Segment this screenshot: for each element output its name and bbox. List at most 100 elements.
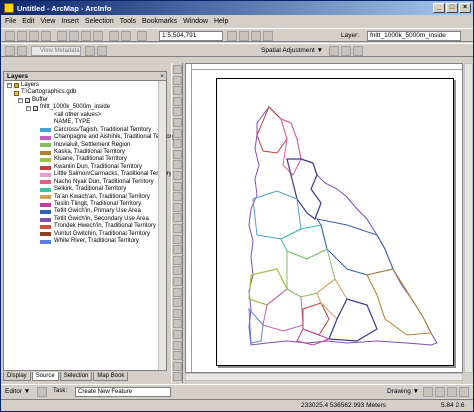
back-extent-icon[interactable] bbox=[173, 128, 182, 138]
maximize-button[interactable]: □ bbox=[446, 3, 458, 13]
tab-map-book[interactable]: Map Book bbox=[93, 372, 129, 381]
menu-selection[interactable]: Selection bbox=[85, 18, 114, 25]
legend-item[interactable]: NAME, TYPE bbox=[4, 119, 166, 126]
legend-item[interactable]: Kluane, Traditional Territory bbox=[4, 156, 166, 163]
save-icon[interactable] bbox=[29, 31, 39, 41]
open-icon[interactable] bbox=[17, 31, 27, 41]
measure-icon[interactable] bbox=[173, 192, 182, 202]
toc-root-layers[interactable]: − Layers bbox=[4, 82, 166, 89]
select-elements-icon[interactable] bbox=[423, 387, 433, 397]
zoom-page-in-icon[interactable] bbox=[173, 213, 182, 223]
text-tool-icon[interactable] bbox=[459, 387, 469, 397]
close-button[interactable]: × bbox=[459, 3, 471, 13]
legend-item[interactable]: White River, Traditional Territory bbox=[4, 238, 166, 245]
adjust-icon[interactable] bbox=[329, 46, 339, 56]
toc-close-icon[interactable]: × bbox=[160, 72, 164, 81]
menu-view[interactable]: View bbox=[40, 18, 55, 25]
forward-extent-icon[interactable] bbox=[173, 139, 182, 149]
menu-bookmarks[interactable]: Bookmarks bbox=[142, 18, 177, 25]
change-layout-icon[interactable] bbox=[173, 298, 182, 308]
task-select[interactable]: Create New Feature bbox=[75, 387, 171, 397]
rectangle-icon[interactable] bbox=[447, 387, 457, 397]
map-scale-input[interactable]: 1:5,504,791 bbox=[159, 31, 223, 41]
collapse-icon[interactable]: − bbox=[18, 98, 23, 104]
rotate-icon[interactable] bbox=[435, 387, 445, 397]
toc-scrollbar[interactable] bbox=[158, 81, 166, 370]
swipe-icon[interactable] bbox=[173, 340, 182, 350]
menu-window[interactable]: Window bbox=[183, 18, 208, 25]
go-to-xy-icon[interactable] bbox=[173, 330, 182, 339]
print-icon[interactable] bbox=[41, 31, 51, 41]
editor-menu[interactable]: Editor ▼ bbox=[5, 388, 30, 395]
redo-icon[interactable] bbox=[121, 31, 131, 41]
page-pan-icon[interactable] bbox=[173, 234, 182, 244]
legend-item[interactable]: Nacho Nyak Dun, Traditional Territory bbox=[4, 179, 166, 186]
visibility-checkbox[interactable]: ✓ bbox=[33, 105, 38, 111]
help-icon[interactable] bbox=[263, 31, 273, 41]
flicker-icon[interactable] bbox=[173, 351, 182, 361]
cut-icon[interactable] bbox=[57, 31, 67, 41]
drawing-menu[interactable]: Drawing ▼ bbox=[387, 388, 419, 395]
legend-item[interactable]: Tetlit Gwich'in, Secondary Use Area bbox=[4, 216, 166, 223]
collapse-icon[interactable]: − bbox=[7, 83, 12, 89]
layer-select[interactable]: fnltt_1000k_5000m_inside bbox=[367, 31, 461, 41]
paste-icon[interactable] bbox=[81, 31, 91, 41]
tab-selection[interactable]: Selection bbox=[59, 372, 93, 381]
legend-item[interactable]: Kwanlin Dun, Traditional Territory bbox=[4, 164, 166, 171]
editor-toolbar-icon[interactable] bbox=[227, 31, 237, 41]
vertical-scrollbar[interactable] bbox=[464, 63, 473, 373]
menu-file[interactable]: File bbox=[5, 18, 16, 25]
undo-icon[interactable] bbox=[109, 31, 119, 41]
identify-icon[interactable] bbox=[173, 171, 182, 180]
toc-layer[interactable]: − ✓ fnltt_1000k_5000m_inside bbox=[4, 104, 166, 111]
legend-item[interactable]: Carcross/Tagish, Traditional Territory bbox=[4, 127, 166, 134]
full-extent-icon[interactable] bbox=[173, 96, 182, 106]
toc-group-buffer[interactable]: − ✓ Buffer bbox=[4, 97, 166, 104]
find-icon[interactable] bbox=[173, 181, 182, 191]
draft-mode-icon[interactable] bbox=[173, 277, 182, 286]
fixed-zoom-in-icon[interactable] bbox=[173, 107, 182, 117]
legend-item[interactable]: Selkirk, Traditional Territory bbox=[4, 186, 166, 193]
tab-display[interactable]: Display bbox=[3, 372, 31, 381]
layer-properties-icon[interactable] bbox=[173, 319, 182, 329]
horizontal-scrollbar[interactable] bbox=[185, 373, 463, 381]
copy-icon[interactable] bbox=[69, 31, 79, 41]
zoom-whole-page-icon[interactable] bbox=[173, 245, 182, 255]
legend-item[interactable]: Ta'an Kwach'an, Traditional Territory bbox=[4, 194, 166, 201]
zoom-out-icon[interactable] bbox=[173, 75, 182, 85]
command-line-icon[interactable] bbox=[251, 31, 261, 41]
legend-item[interactable]: Trondek Hwech'in, Traditional Territory bbox=[4, 223, 166, 230]
metadata-icon[interactable] bbox=[17, 46, 27, 56]
edit-tool-icon[interactable] bbox=[37, 387, 47, 397]
layout-page[interactable] bbox=[216, 78, 454, 366]
toc-database[interactable]: T:\Cartographics.gdb bbox=[4, 89, 166, 96]
tab-source[interactable]: Source bbox=[31, 372, 59, 381]
legend-item[interactable]: <all other values> bbox=[4, 112, 166, 119]
pan-icon[interactable] bbox=[173, 86, 182, 96]
legend-item[interactable]: Tetlit Gwich'in, Primary Use Area bbox=[4, 208, 166, 215]
menu-insert[interactable]: Insert bbox=[61, 18, 79, 25]
table-icon[interactable] bbox=[353, 46, 363, 56]
zoom-in-icon[interactable] bbox=[173, 65, 182, 74]
overview-icon[interactable] bbox=[173, 372, 182, 382]
zoom-page-out-icon[interactable] bbox=[173, 224, 182, 233]
zoom-last-extent-icon[interactable] bbox=[173, 266, 182, 276]
zoom-100-icon[interactable] bbox=[173, 255, 182, 265]
catalog-icon[interactable] bbox=[5, 46, 15, 56]
fixed-zoom-out-icon[interactable] bbox=[173, 118, 182, 127]
refresh-icon[interactable] bbox=[85, 46, 95, 56]
view-metadata-button[interactable]: View Metadata bbox=[31, 46, 81, 56]
menu-edit[interactable]: Edit bbox=[22, 18, 34, 25]
legend-item[interactable]: Little Salmon/Carmacks, Traditional Terr… bbox=[4, 171, 172, 178]
link-icon[interactable] bbox=[341, 46, 351, 56]
select-features-icon[interactable] bbox=[173, 149, 182, 159]
legend-item[interactable]: Inuvialuit, Settlement Region bbox=[4, 142, 166, 149]
menu-help[interactable]: Help bbox=[214, 18, 228, 25]
map-canvas[interactable] bbox=[217, 79, 455, 367]
select-elements-icon[interactable] bbox=[173, 160, 182, 170]
menu-tools[interactable]: Tools bbox=[120, 18, 136, 25]
collapse-icon[interactable]: − bbox=[26, 105, 31, 111]
new-icon[interactable] bbox=[5, 31, 15, 41]
data-driven-pages-icon[interactable] bbox=[173, 308, 182, 318]
focus-frame-icon[interactable] bbox=[173, 287, 182, 297]
